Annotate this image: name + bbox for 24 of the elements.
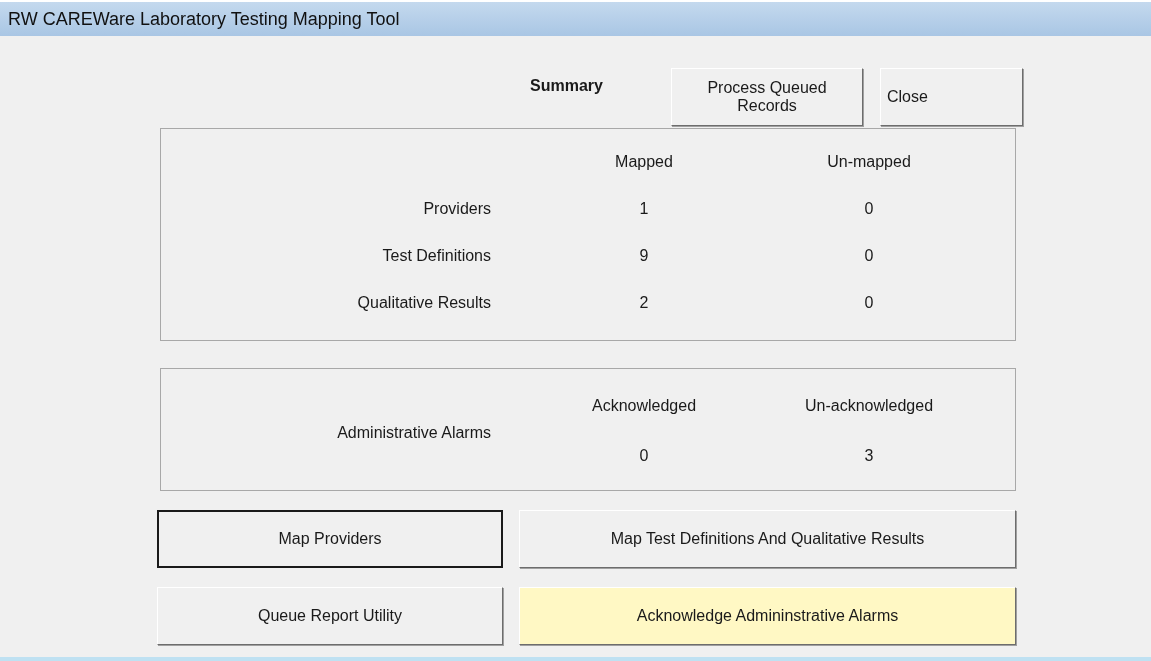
- action-button[interactable]: Process Queued Records: [671, 67, 863, 126]
- count-value: 0: [863, 294, 875, 313]
- action-button[interactable]: Map Test Definitions And Qualitative Results: [519, 510, 1016, 568]
- action-button[interactable]: Queue Report Utility: [157, 587, 503, 645]
- count-value: 2: [638, 294, 650, 313]
- column-header: Un-acknowledged: [803, 397, 935, 416]
- action-button[interactable]: Map Providers: [157, 510, 503, 568]
- summary-heading: Summary: [530, 77, 604, 95]
- action-button[interactable]: Acknowledge Admininstrative Alarms: [519, 587, 1016, 645]
- column-header: Mapped: [614, 153, 674, 172]
- window-title: RW CAREWare Laboratory Testing Mapping Tool: [8, 8, 400, 30]
- action-button[interactable]: Close: [880, 67, 1023, 126]
- row-label: Qualitative Results: [356, 294, 491, 313]
- count-value: 1: [638, 200, 650, 219]
- count-value: 0: [863, 247, 875, 266]
- row-label: Test Definitions: [381, 247, 491, 266]
- column-header: Un-mapped: [826, 153, 912, 172]
- count-value: 3: [863, 447, 875, 465]
- count-value: 0: [638, 447, 650, 465]
- count-value: 0: [863, 200, 875, 219]
- count-value: 9: [638, 247, 650, 266]
- column-header: Acknowledged: [590, 397, 698, 416]
- row-label: Administrative Alarms: [336, 423, 491, 442]
- row-label: Providers: [422, 200, 491, 219]
